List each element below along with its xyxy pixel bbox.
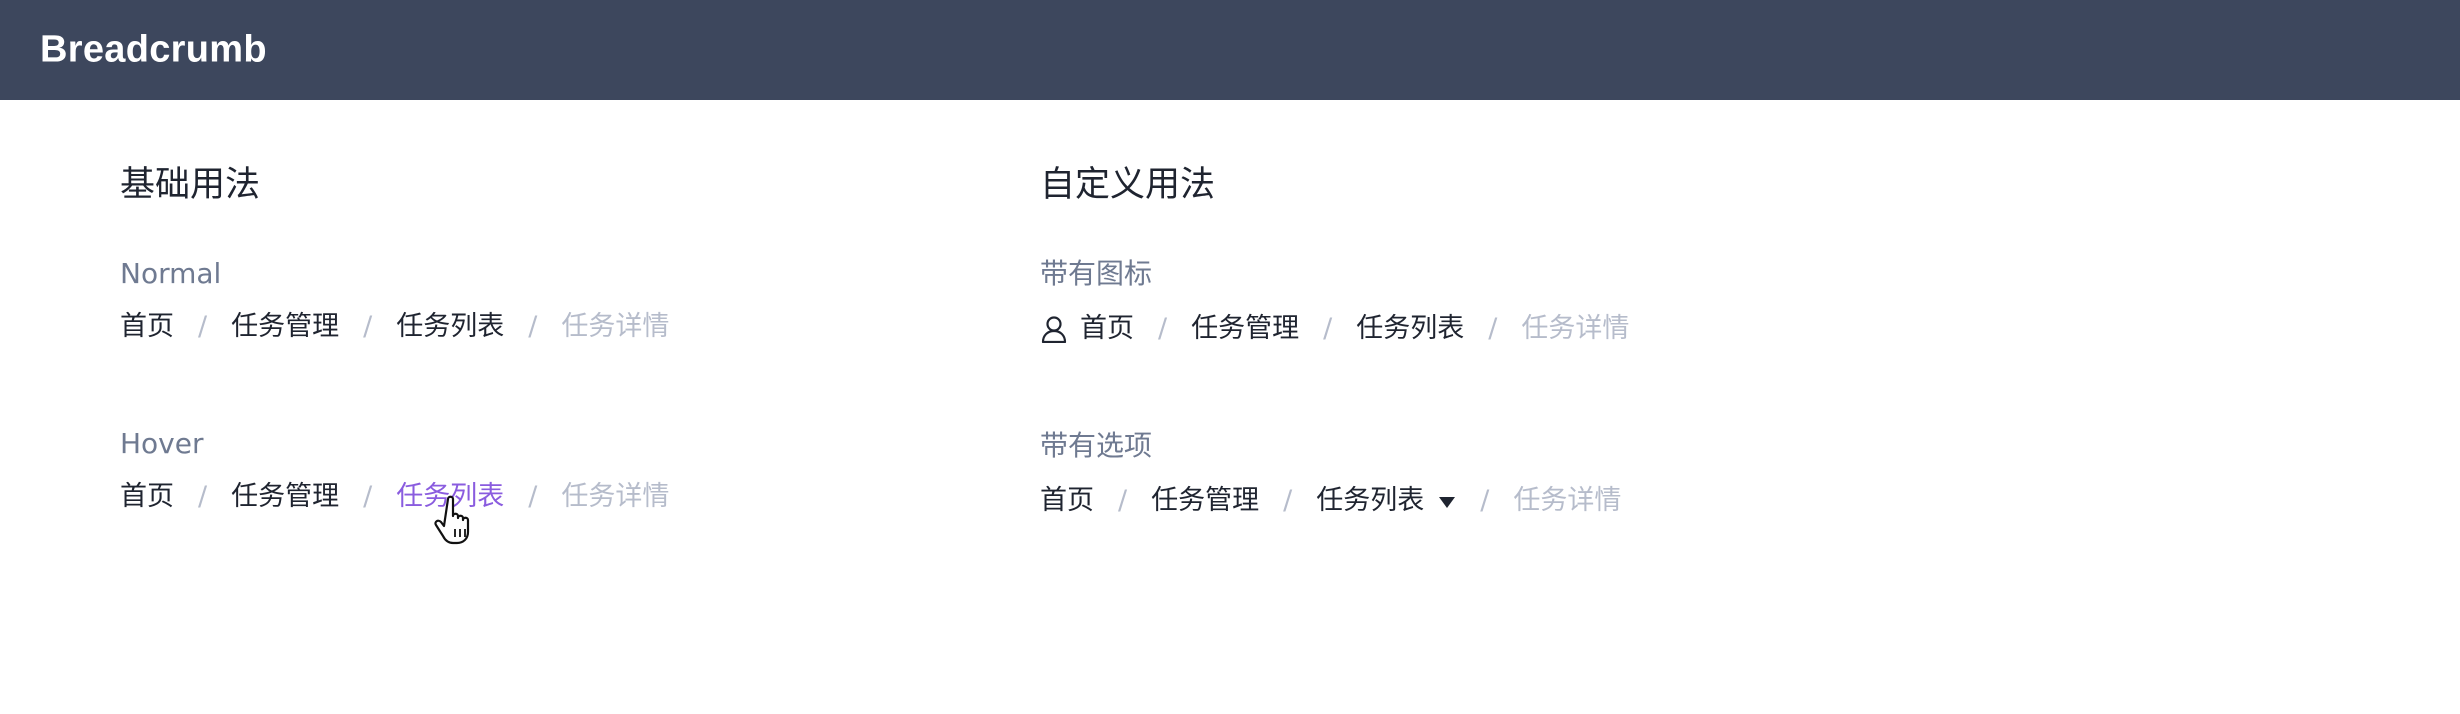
user-icon [1040,315,1068,343]
breadcrumb-item-task-detail: 任务详情 [561,311,670,342]
breadcrumb-separator: / [363,311,373,342]
breadcrumb-separator: / [198,481,208,512]
page-title: Breadcrumb [40,28,267,71]
breadcrumb-separator: / [198,311,208,342]
breadcrumb-separator: / [1480,485,1490,516]
breadcrumb-with-icon: 首页 / 任务管理 / 任务列表 / 任务详情 [1040,309,1629,349]
breadcrumb-item-home[interactable]: 首页 [1080,309,1134,349]
breadcrumb-hover: 首页 / 任务管理 / 任务列表 / 任务详情 [120,477,670,545]
breadcrumb-item-task-detail: 任务详情 [1521,313,1630,344]
breadcrumb-item-task-detail: 任务详情 [561,481,670,512]
breadcrumb-separator: / [1283,485,1293,516]
breadcrumb-item-task-detail: 任务详情 [1513,485,1622,516]
example-label-with-icon: 带有图标 [1040,257,1153,290]
example-label-hover: Hover [120,427,204,460]
breadcrumb-separator: / [1118,485,1128,516]
breadcrumb-item-task-list[interactable]: 任务列表 [1356,309,1464,349]
breadcrumb-separator: / [528,481,538,512]
breadcrumb-item-home[interactable]: 首页 [120,477,174,517]
section-title-basic: 基础用法 [120,165,261,205]
breadcrumb-hover-target[interactable]: 任务列表 [396,477,504,545]
breadcrumb-item-home[interactable]: 首页 [1040,481,1094,521]
breadcrumb-item-task-management[interactable]: 任务管理 [231,477,339,517]
example-label-with-options: 带有选项 [1040,429,1153,462]
breadcrumb-separator: / [528,311,538,342]
breadcrumb-item-task-management[interactable]: 任务管理 [231,307,339,347]
breadcrumb-separator: / [1323,313,1333,344]
breadcrumb-separator: / [1158,313,1168,344]
section-title-custom: 自定义用法 [1040,165,1216,205]
breadcrumb-item-task-management[interactable]: 任务管理 [1151,481,1259,521]
breadcrumb-normal: 首页 / 任务管理 / 任务列表 / 任务详情 [120,307,669,347]
breadcrumb-item-home[interactable]: 首页 [120,307,174,347]
breadcrumb-item-task-list[interactable]: 任务列表 [396,307,504,347]
breadcrumb-separator: / [363,481,373,512]
caret-down-icon [1438,495,1456,509]
breadcrumb-item-task-list-hovered[interactable]: 任务列表 [396,477,504,517]
breadcrumb-with-options: 首页 / 任务管理 / 任务列表 / 任务详情 [1040,481,1621,521]
breadcrumb-item-task-list-dropdown[interactable]: 任务列表 [1316,481,1456,521]
example-label-normal: Normal [120,257,222,290]
breadcrumb-item-task-management[interactable]: 任务管理 [1191,309,1299,349]
header-bar: Breadcrumb [0,0,2460,100]
breadcrumb-dropdown-label: 任务列表 [1316,485,1425,516]
breadcrumb-separator: / [1488,313,1498,344]
